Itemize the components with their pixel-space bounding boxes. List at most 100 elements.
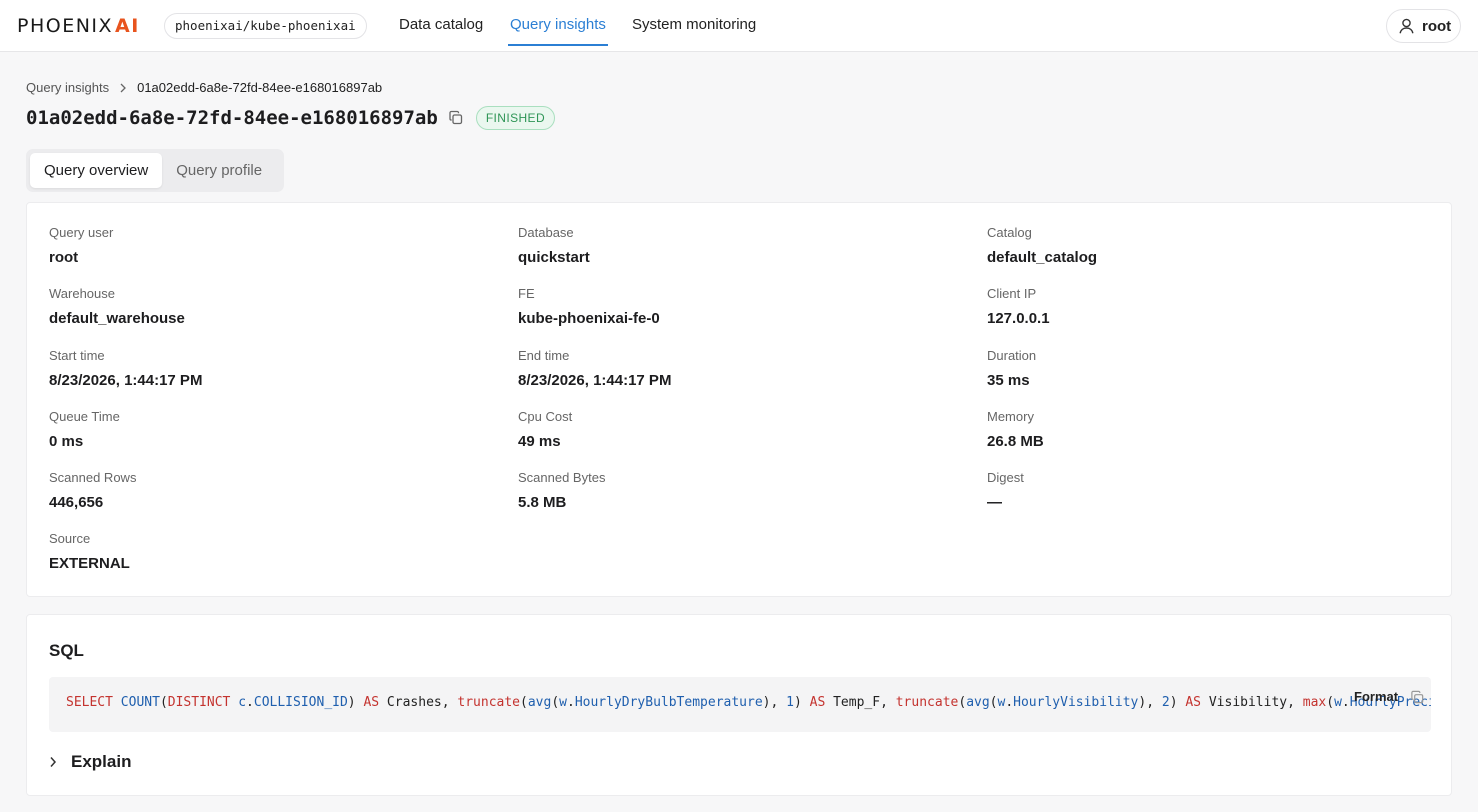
detail-field: End time 8/23/2026, 1:44:17 PM	[518, 348, 671, 389]
format-button[interactable]: Format	[1354, 689, 1398, 704]
detail-value: default_catalog	[987, 249, 1098, 266]
explain-label: Explain	[71, 752, 132, 771]
detail-field: Scanned Rows 446,656	[49, 470, 136, 511]
sql-token: HourlyVisibility	[1013, 695, 1139, 710]
sql-token: (	[1326, 695, 1335, 710]
detail-label: Start time	[49, 348, 105, 363]
tab-query-overview[interactable]: Query overview	[30, 153, 163, 188]
detail-label: Memory	[987, 409, 1034, 424]
logo-text: PHOENIX	[17, 15, 114, 37]
page-title: 01a02edd-6a8e-72fd-84ee-e168016897ab	[26, 107, 438, 129]
sql-token: ),	[762, 695, 787, 710]
detail-field: Duration 35 ms	[987, 348, 1036, 389]
breadcrumb: Query insights 01a02edd-6a8e-72fd-84ee-e…	[26, 80, 382, 95]
sql-token: w	[559, 695, 567, 710]
sql-token: (	[551, 695, 560, 710]
nav-data-catalog[interactable]: Data catalog	[399, 16, 483, 46]
user-icon	[1399, 18, 1414, 34]
sql-token: c	[238, 695, 247, 710]
logo-accent: AI	[115, 15, 140, 37]
detail-field: Source EXTERNAL	[49, 531, 130, 572]
sql-token: truncate	[457, 695, 521, 710]
sql-token: max	[1302, 695, 1327, 710]
chevron-right-icon	[50, 757, 57, 767]
status-badge: FINISHED	[475, 106, 556, 130]
detail-value: 446,656	[49, 494, 104, 511]
sql-heading: SQL	[49, 641, 84, 660]
sql-token: )	[1169, 695, 1186, 710]
top-nav-bar: PHOENIX AI phoenixai/kube-phoenixai Data …	[0, 0, 1478, 52]
sql-token: .	[246, 695, 254, 710]
copy-sql-icon[interactable]	[1410, 690, 1425, 710]
sql-token: 1	[786, 695, 794, 710]
detail-field: Catalog default_catalog	[987, 225, 1097, 266]
detail-field: Database quickstart	[518, 225, 590, 266]
sql-token: w	[1334, 695, 1342, 710]
sql-card: SQL SELECT COUNT(DISTINCT c.COLLISION_ID…	[26, 614, 1452, 796]
detail-value: 26.8 MB	[987, 433, 1044, 450]
sql-token: (	[958, 695, 967, 710]
detail-label: Duration	[987, 348, 1037, 363]
brand-logo[interactable]: PHOENIX AI	[17, 15, 140, 37]
explain-toggle[interactable]: Explain	[49, 752, 131, 772]
detail-value: 8/23/2026, 1:44:17 PM	[49, 372, 203, 389]
sql-token: (	[520, 695, 528, 710]
user-name: root	[1422, 17, 1452, 35]
sql-token: Visibility,	[1201, 695, 1303, 710]
sql-token: Crashes,	[379, 695, 458, 710]
tab-bar: Query overview Query profile	[26, 149, 284, 192]
detail-field: Memory 26.8 MB	[987, 409, 1044, 450]
detail-label: Client IP	[987, 286, 1037, 301]
sql-token: AS	[809, 695, 826, 710]
sql-token: DISTINCT	[167, 695, 231, 710]
sql-token: .	[1341, 695, 1350, 710]
sql-token: COLLISION_ID	[253, 695, 348, 710]
sql-token: avg	[966, 695, 990, 710]
sql-token: AS	[1185, 695, 1202, 710]
user-menu-button[interactable]: root	[1386, 9, 1461, 43]
detail-label: FE	[518, 286, 535, 301]
sql-token: )	[793, 695, 810, 710]
sql-token: .	[1005, 695, 1014, 710]
detail-value: default_warehouse	[49, 310, 185, 327]
detail-label: Catalog	[987, 225, 1032, 240]
detail-value: —	[987, 494, 1002, 511]
detail-value: 0 ms	[49, 433, 84, 450]
detail-label: Scanned Bytes	[518, 470, 606, 485]
detail-value: 127.0.0.1	[987, 310, 1050, 327]
detail-label: Digest	[987, 470, 1024, 485]
copy-icon[interactable]	[448, 110, 464, 126]
query-details-card: Query user root Database quickstart Catalo…	[26, 202, 1452, 597]
detail-value: 5.8 MB	[518, 494, 567, 511]
detail-label: End time	[518, 348, 570, 363]
cluster-selector[interactable]: phoenixai/kube-phoenixai	[164, 13, 367, 39]
detail-label: Queue Time	[49, 409, 120, 424]
nav-system-monitoring[interactable]: System monitoring	[632, 16, 756, 46]
sql-token: 2	[1161, 695, 1170, 710]
breadcrumb-current: 01a02edd-6a8e-72fd-84ee-e168016897ab	[137, 80, 383, 95]
detail-field: Warehouse default_warehouse	[49, 286, 185, 327]
detail-field: FE kube-phoenixai-fe-0	[518, 286, 660, 327]
sql-token: ),	[1138, 695, 1162, 710]
sql-token: truncate	[895, 695, 959, 710]
sql-token: COUNT	[120, 695, 160, 710]
title-row: 01a02edd-6a8e-72fd-84ee-e168016897ab FIN…	[26, 104, 556, 132]
detail-field: Scanned Bytes 5.8 MB	[518, 470, 605, 511]
sql-statement: SELECT COUNT(DISTINCT c.COLLISION_ID) AS…	[66, 695, 1431, 710]
sql-token: (	[159, 695, 168, 710]
sql-token: )	[347, 695, 364, 710]
detail-field: Client IP 127.0.0.1	[987, 286, 1050, 327]
detail-value: 35 ms	[987, 372, 1030, 389]
detail-value: quickstart	[518, 249, 590, 266]
nav-query-insights[interactable]: Query insights	[508, 16, 608, 46]
chevron-right-icon	[119, 83, 127, 93]
detail-value: 49 ms	[518, 433, 561, 450]
sql-code-block[interactable]: SELECT COUNT(DISTINCT c.COLLISION_ID) AS…	[49, 677, 1431, 732]
detail-label: Source	[49, 531, 91, 546]
detail-value: root	[49, 249, 79, 266]
breadcrumb-parent-link[interactable]: Query insights	[26, 80, 109, 95]
detail-label: Scanned Rows	[49, 470, 137, 485]
sql-token: .	[566, 695, 575, 710]
tab-query-profile[interactable]: Query profile	[162, 153, 276, 188]
